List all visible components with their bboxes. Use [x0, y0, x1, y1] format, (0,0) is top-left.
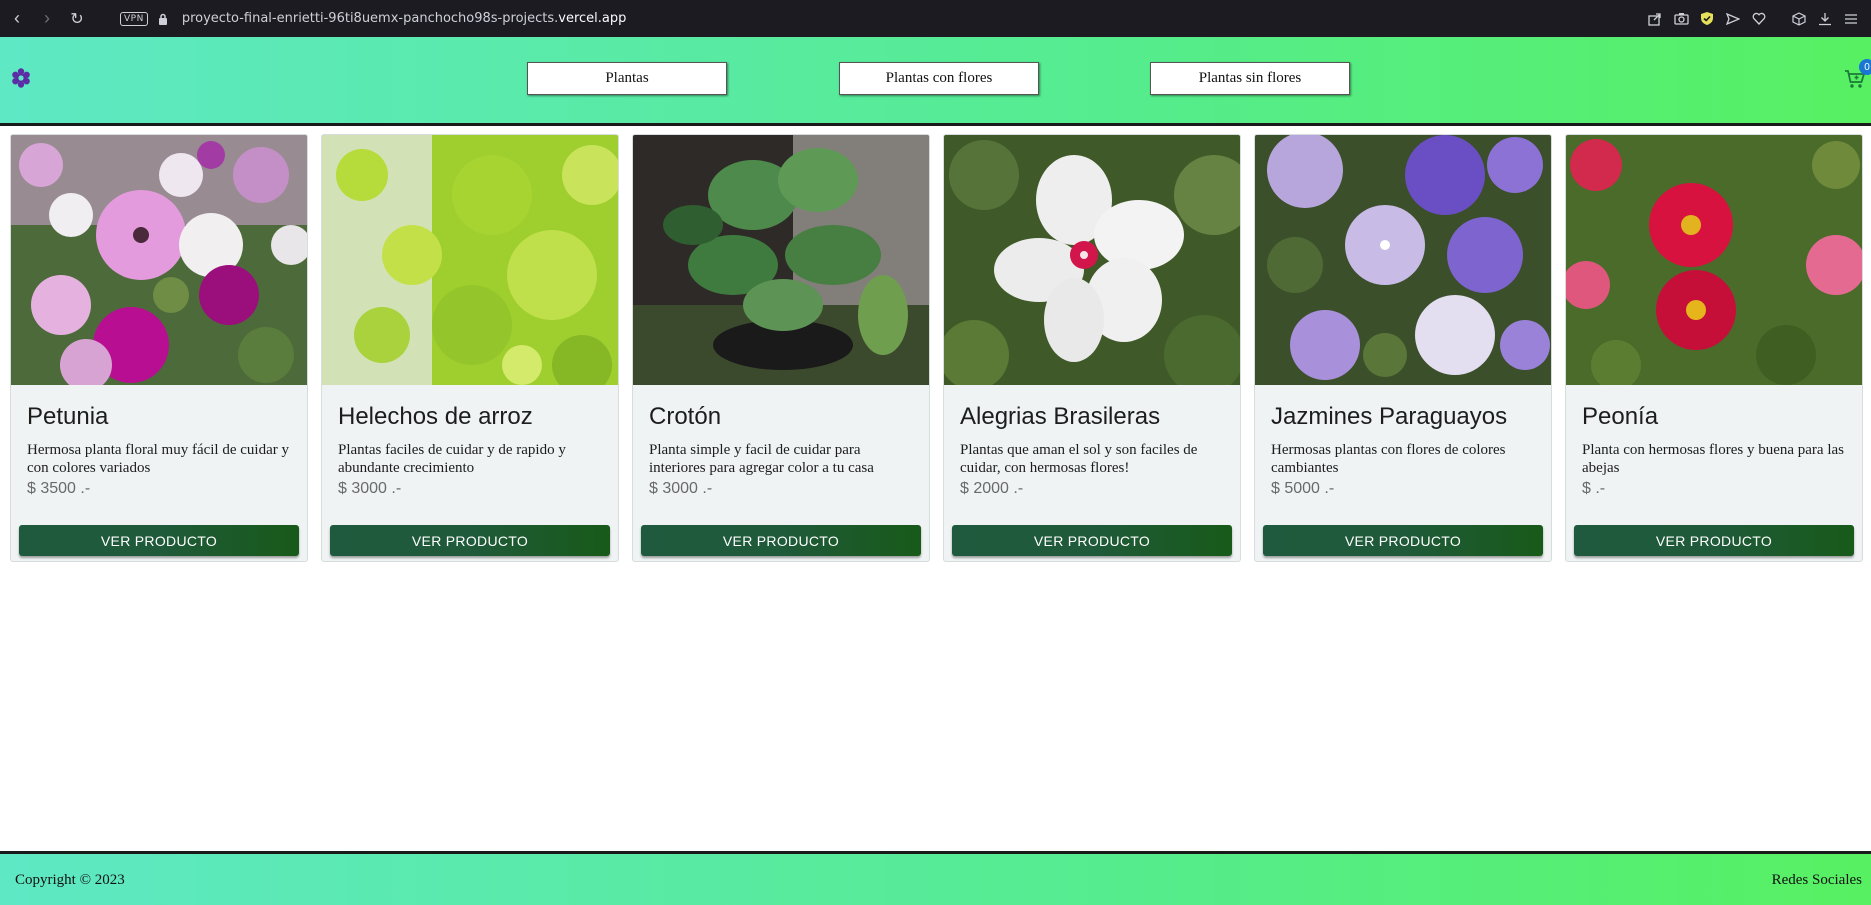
view-product-button[interactable]: VER PRODUCTO: [1574, 525, 1854, 556]
product-title: Peonía: [1582, 403, 1659, 430]
product-price: $ 3500 .-: [27, 480, 91, 497]
nav-plantas-con-flores[interactable]: Plantas con flores: [839, 62, 1039, 95]
reload-icon[interactable]: ↻: [62, 4, 92, 34]
browser-toolbar: ‹ › ↻ VPN proyecto-final-enrietti-96ti8u…: [0, 0, 1871, 37]
product-price: $ 3000 .-: [649, 480, 713, 497]
view-product-button[interactable]: VER PRODUCTO: [19, 525, 299, 556]
shield-icon[interactable]: [1699, 11, 1715, 27]
product-title: Jazmines Paraguayos: [1271, 403, 1508, 430]
nav-plantas-sin-flores[interactable]: Plantas sin flores: [1150, 62, 1350, 95]
back-icon[interactable]: ‹: [2, 4, 32, 34]
social-links[interactable]: Redes Sociales: [1772, 872, 1862, 889]
download-icon[interactable]: [1817, 11, 1833, 27]
product-title: Crotón: [649, 403, 722, 430]
product-description: Plantas que aman el sol y son faciles de…: [960, 442, 1198, 476]
product-description: Planta simple y facil de cuidar para int…: [649, 442, 874, 476]
url-domain: vercel.app: [558, 11, 627, 26]
nav-plantas[interactable]: Plantas: [527, 62, 727, 95]
heart-icon[interactable]: [1751, 11, 1767, 27]
product-card: Peonía Planta con hermosas flores y buen…: [1565, 134, 1863, 562]
product-description: Plantas faciles de cuidar y de rapido y …: [338, 442, 566, 476]
site-footer: Copyright © 2023 Redes Sociales: [0, 851, 1871, 905]
product-title: Helechos de arroz: [338, 403, 533, 430]
product-price: $ 5000 .-: [1271, 480, 1335, 497]
product-card: Petunia Hermosa planta floral muy fácil …: [10, 134, 308, 562]
view-product-button[interactable]: VER PRODUCTO: [330, 525, 610, 556]
address-bar[interactable]: proyecto-final-enrietti-96ti8uemx-pancho…: [182, 11, 627, 26]
view-product-button[interactable]: VER PRODUCTO: [641, 525, 921, 556]
vpn-badge[interactable]: VPN: [120, 11, 148, 26]
url-prefix: proyecto-final-enrietti-96ti8uemx-pancho…: [181, 11, 559, 26]
product-grid: Petunia Hermosa planta floral muy fácil …: [10, 134, 1871, 564]
forward-icon[interactable]: ›: [32, 4, 62, 34]
flower-logo-icon[interactable]: [10, 67, 32, 89]
product-image-jazmines-paraguayos: [1255, 135, 1551, 385]
product-description: Hermosas plantas con flores de colores c…: [1271, 442, 1506, 476]
site-header: Plantas Plantas con flores Plantas sin f…: [0, 37, 1871, 126]
send-icon[interactable]: [1725, 11, 1741, 27]
copyright-text: Copyright © 2023: [15, 872, 125, 888]
box-icon[interactable]: [1791, 11, 1807, 27]
product-title: Alegrias Brasileras: [960, 403, 1161, 430]
product-image-peonia: [1566, 135, 1862, 385]
product-image-helechos-de-arroz: [322, 135, 618, 385]
product-price: $ 2000 .-: [960, 480, 1024, 497]
product-card: Jazmines Paraguayos Hermosas plantas con…: [1254, 134, 1552, 562]
product-image-croton: [633, 135, 929, 385]
product-card: Alegrias Brasileras Plantas que aman el …: [943, 134, 1241, 562]
product-image-alegrias-brasileras: [944, 135, 1240, 385]
product-image-petunia: [11, 135, 307, 385]
product-description: Planta con hermosas flores y buena para …: [1582, 442, 1844, 476]
view-product-button[interactable]: VER PRODUCTO: [952, 525, 1232, 556]
product-price: $ .-: [1582, 480, 1606, 497]
lock-icon[interactable]: [158, 13, 168, 25]
product-card: Helechos de arroz Plantas faciles de cui…: [321, 134, 619, 562]
camera-icon[interactable]: [1673, 11, 1689, 27]
product-price: $ 3000 .-: [338, 480, 402, 497]
cart-count-badge: 0: [1859, 59, 1871, 75]
share-icon[interactable]: [1647, 11, 1663, 27]
view-product-button[interactable]: VER PRODUCTO: [1263, 525, 1543, 556]
product-description: Hermosa planta floral muy fácil de cuida…: [27, 442, 289, 476]
product-card: Crotón Planta simple y facil de cuidar p…: [632, 134, 930, 562]
product-title: Petunia: [27, 403, 109, 430]
menu-icon[interactable]: [1843, 11, 1859, 27]
